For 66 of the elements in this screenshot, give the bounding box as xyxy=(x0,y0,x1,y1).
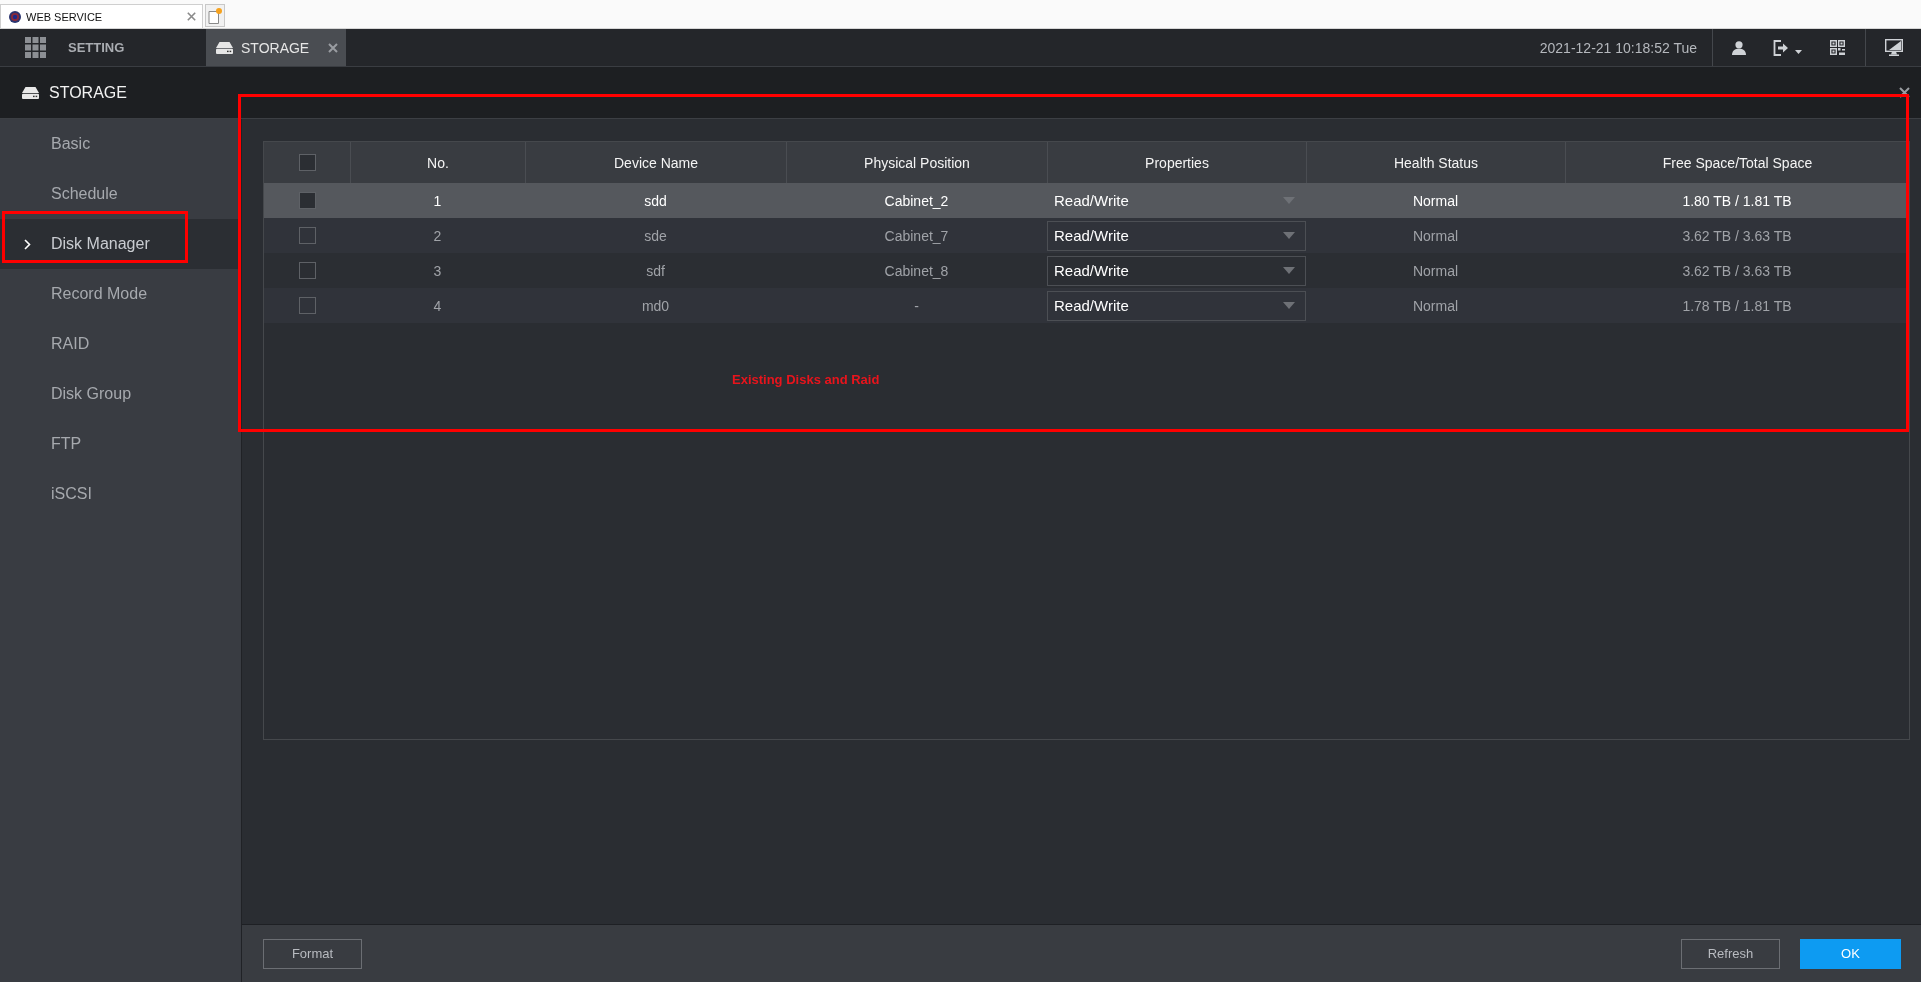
action-button[interactable]: Refresh xyxy=(1681,938,1780,969)
caret-icon xyxy=(1283,302,1295,309)
monitor-icon xyxy=(1884,39,1903,56)
caret-icon xyxy=(1283,232,1295,239)
table-cell-text: 3.62 TB / 3.63 TB xyxy=(1681,226,1793,246)
properties-dropdown[interactable]: Read/Write xyxy=(1047,185,1306,216)
caret-icon xyxy=(1283,267,1295,274)
sidebar-item[interactable]: Schedule xyxy=(0,169,241,219)
sidebar-item[interactable]: RAID xyxy=(0,319,241,369)
sidebar-item[interactable]: Record Mode xyxy=(0,269,241,319)
checkbox[interactable] xyxy=(298,192,316,209)
table-cell-text: sde xyxy=(643,226,668,246)
checkbox[interactable] xyxy=(298,154,316,171)
caret-icon xyxy=(1795,49,1802,54)
close-icon xyxy=(328,42,338,53)
close-icon xyxy=(187,12,196,21)
table-cell-text: 3.62 TB / 3.63 TB xyxy=(1681,261,1793,281)
globe-icon xyxy=(9,10,21,23)
table-row[interactable]: 4 md0 - Read/Write Normal 1.78 TB / 1.81 TB xyxy=(264,288,1909,323)
date-time: 2021-12-21 10:18:52 Tue xyxy=(1539,39,1698,56)
table-cell-text: Normal xyxy=(1411,261,1460,281)
table-cell-text: 4 xyxy=(432,296,443,316)
table-cell-text: 2 xyxy=(432,226,443,246)
annotation-text: Existing Disks and Raid xyxy=(732,372,880,387)
chevron-icon xyxy=(24,238,31,250)
sidebar-item[interactable]: Basic xyxy=(0,119,241,169)
table-cell-text: Normal xyxy=(1411,191,1460,211)
table-cell-text: md0 xyxy=(640,296,671,316)
table-cell-text: Cabinet_2 xyxy=(883,191,950,211)
sidebar-item[interactable]: FTP xyxy=(0,419,241,469)
grid-icon xyxy=(25,37,46,58)
table-cell-text: 1.80 TB / 1.81 TB xyxy=(1681,191,1793,211)
checkbox[interactable] xyxy=(298,262,316,279)
setting-menu-button[interactable]: SETTING xyxy=(0,29,206,66)
sidebar-item[interactable]: Disk Group xyxy=(0,369,241,419)
sidebar-item[interactable]: Disk Manager xyxy=(0,219,241,269)
table-cell-text: Normal xyxy=(1411,296,1460,316)
table-cell-text: Cabinet_7 xyxy=(883,226,950,246)
user-icon xyxy=(1732,40,1746,55)
table-cell-text: sdf xyxy=(645,261,666,281)
table-cell-text: Cabinet_8 xyxy=(883,261,950,281)
table-row[interactable]: 1 sdd Cabinet_2 Read/Write Normal 1.80 TB / 1.81 TB xyxy=(264,183,1909,218)
checkbox[interactable] xyxy=(298,297,316,314)
new-tab-icon xyxy=(208,7,222,24)
hard-drive-icon xyxy=(216,41,233,54)
sidebar-item[interactable]: iSCSI xyxy=(0,469,241,519)
table-cell-text: Normal xyxy=(1411,226,1460,246)
logout-icon xyxy=(1773,39,1790,56)
table-cell-text: 3 xyxy=(432,261,443,281)
table-row[interactable]: 2 sde Cabinet_7 Read/Write Normal 3.62 TB / 3.63 TB xyxy=(264,218,1909,253)
table-cell-text: 1 xyxy=(432,191,443,211)
browser-tab[interactable]: WEB SERVICE xyxy=(0,4,203,28)
panel-title: STORAGE xyxy=(49,83,127,102)
hard-drive-icon xyxy=(22,86,39,99)
properties-dropdown[interactable]: Read/Write xyxy=(1047,220,1306,251)
top-tab[interactable]: STORAGE xyxy=(206,29,346,66)
caret-icon xyxy=(1283,197,1295,204)
properties-dropdown[interactable]: Read/Write xyxy=(1047,290,1306,321)
action-button[interactable]: Format xyxy=(263,938,362,969)
checkbox[interactable] xyxy=(298,227,316,244)
qr-code-icon xyxy=(1830,40,1845,55)
properties-dropdown[interactable]: Read/Write xyxy=(1047,255,1306,286)
table-cell-text: - xyxy=(913,296,920,316)
table-cell-text: 1.78 TB / 1.81 TB xyxy=(1681,296,1793,316)
table-cell-text: sdd xyxy=(643,191,668,211)
new-tab-button[interactable] xyxy=(205,4,225,27)
